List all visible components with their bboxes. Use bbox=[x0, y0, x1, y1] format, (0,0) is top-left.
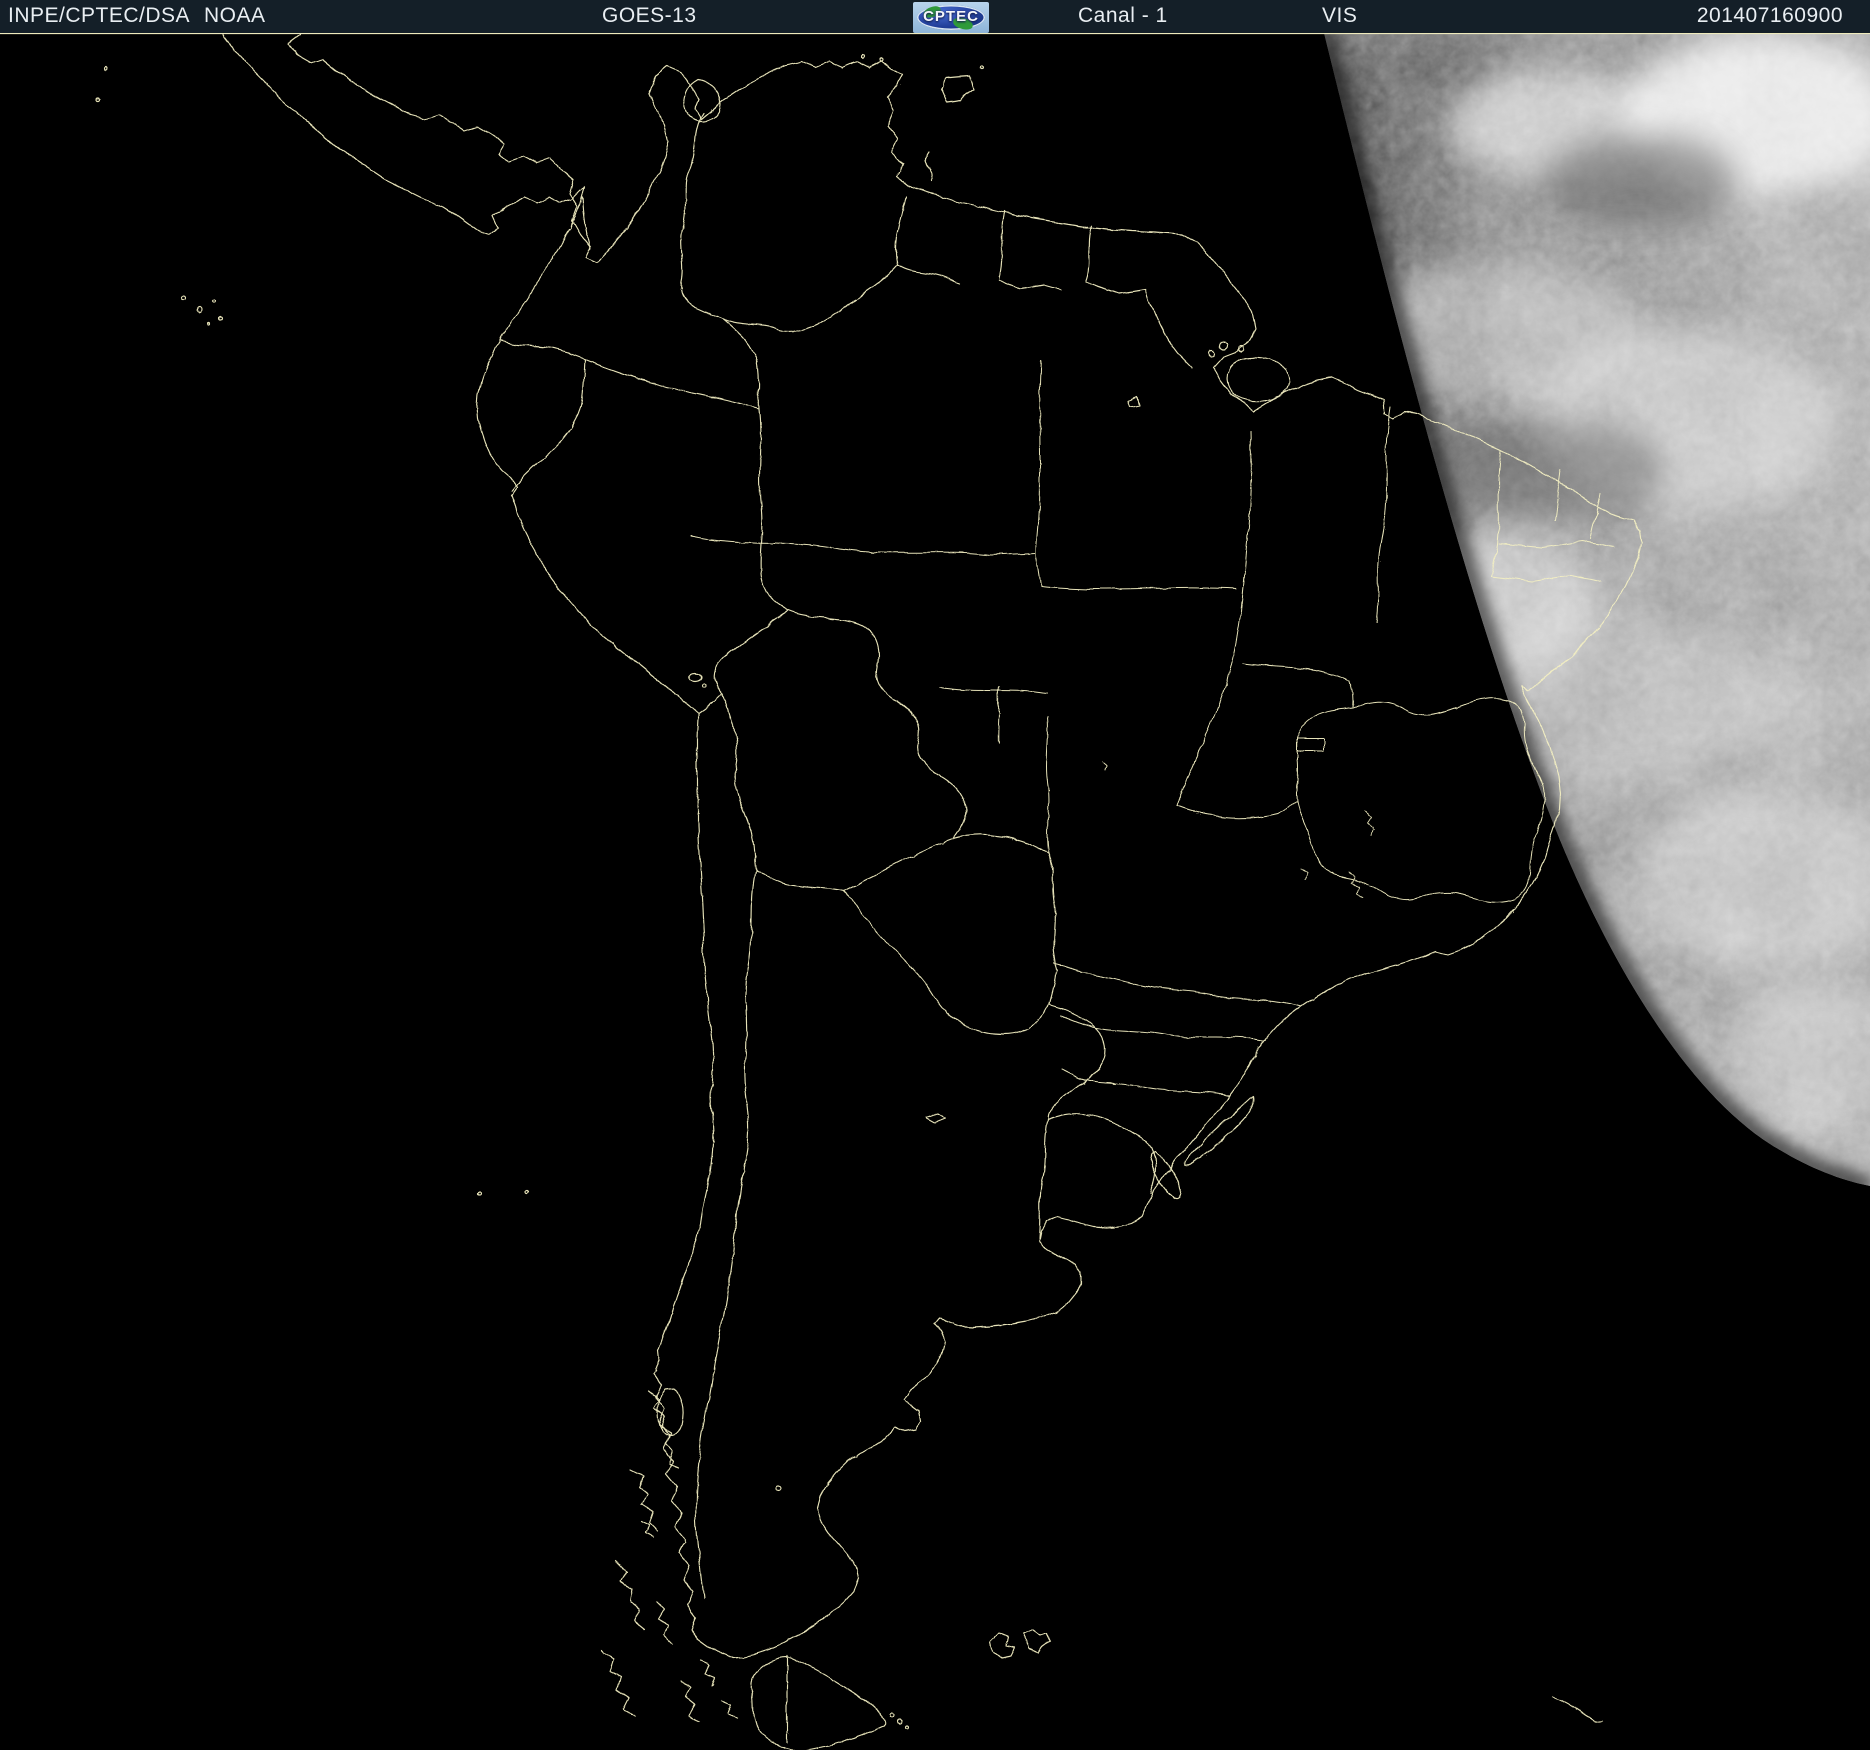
satellite-label: GOES-13 bbox=[602, 4, 697, 27]
cptec-logo-icon: CPTEC bbox=[913, 2, 989, 33]
header-bar: INPE/CPTEC/DSA NOAA GOES-13 CPTEC Canal … bbox=[0, 0, 1870, 33]
noaa-label: NOAA bbox=[204, 4, 266, 27]
band-label: VIS bbox=[1322, 4, 1358, 27]
timestamp-label: 201407160900 bbox=[1696, 4, 1843, 27]
satellite-map bbox=[0, 0, 1870, 1750]
cptec-logo-text: CPTEC bbox=[923, 8, 979, 25]
satellite-image-viewer: INPE/CPTEC/DSA NOAA GOES-13 CPTEC Canal … bbox=[0, 0, 1870, 1750]
channel-label: Canal - 1 bbox=[1078, 4, 1168, 27]
agency-label: INPE/CPTEC/DSA bbox=[8, 4, 191, 27]
